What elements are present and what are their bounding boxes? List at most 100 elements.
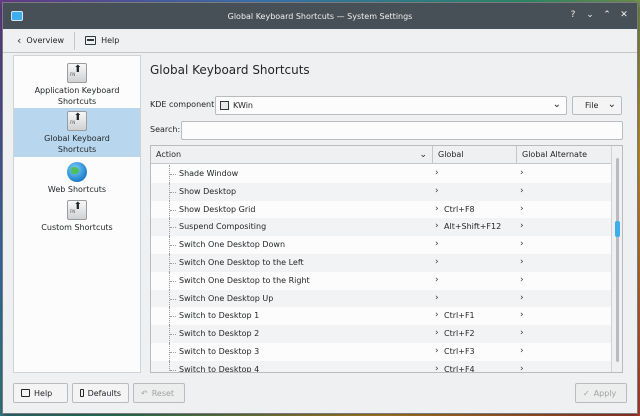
window-title: Global Keyboard Shortcuts — System Setti… — [227, 11, 413, 21]
file-label: File — [585, 101, 599, 110]
apply-button[interactable]: ✓ Apply — [575, 383, 627, 403]
table-row[interactable]: Suspend Compositing › Alt+Shift+F12 › — [151, 218, 612, 237]
tree-branch — [170, 191, 176, 193]
expand-chevron-icon[interactable]: › — [435, 165, 439, 183]
title-bar: Global Keyboard Shortcuts — System Setti… — [3, 3, 637, 29]
help-window-button[interactable]: ? — [566, 8, 580, 22]
action-cell: Switch to Desktop 2 — [179, 329, 260, 339]
global-shortcut-cell[interactable]: Ctrl+F1 — [444, 307, 475, 325]
tree-line — [169, 360, 170, 372]
keyboard-icon — [85, 36, 97, 45]
check-icon: ✓ — [583, 388, 590, 398]
help-toolbar-label: Help — [101, 36, 120, 45]
expand-chevron-icon[interactable]: › — [435, 290, 439, 308]
toolbar-divider — [74, 31, 76, 50]
close-button[interactable]: ✕ — [617, 8, 631, 22]
sidebar: FN ⬆ Application Keyboard Shortcuts FN ⬆ G… — [13, 55, 141, 373]
table-row[interactable]: Switch to Desktop 4 › Ctrl+F4 › — [151, 360, 612, 373]
action-cell: Show Desktop Grid — [179, 204, 256, 214]
search-label: Search: — [150, 125, 181, 134]
global-shortcut-cell[interactable]: Alt+Shift+F12 — [444, 218, 501, 236]
search-input[interactable] — [181, 121, 623, 140]
expand-chevron-icon[interactable]: › — [435, 272, 439, 290]
chevron-down-icon: ⌄ — [607, 99, 616, 110]
expand-chevron-icon[interactable]: › — [520, 361, 524, 372]
expand-chevron-icon[interactable]: › — [435, 343, 439, 361]
expand-chevron-icon[interactable]: › — [435, 361, 439, 372]
chevron-down-icon: ⌄ — [552, 99, 561, 110]
maximize-button[interactable]: ⌃ — [600, 8, 614, 22]
column-header-action[interactable]: Action ⌄ — [151, 146, 433, 164]
expand-chevron-icon[interactable]: › — [435, 254, 439, 272]
column-header-global-alternate[interactable]: Global Alternate — [517, 146, 612, 164]
vertical-scrollbar[interactable] — [611, 146, 622, 372]
expand-chevron-icon[interactable]: › — [435, 218, 439, 236]
global-shortcut-cell[interactable]: Ctrl+F4 — [444, 361, 475, 372]
reset-button[interactable]: ↶ Reset — [133, 383, 185, 403]
table-row[interactable]: Switch to Desktop 2 › Ctrl+F2 › — [151, 325, 612, 343]
expand-chevron-icon[interactable]: › — [435, 183, 439, 201]
keyboard-key-icon: FN ⬆ — [67, 200, 87, 220]
expand-chevron-icon[interactable]: › — [520, 325, 524, 343]
expand-chevron-icon[interactable]: › — [435, 236, 439, 254]
sort-chevron-icon: ⌄ — [419, 150, 427, 160]
tree-branch — [170, 227, 176, 229]
settings-window: Global Keyboard Shortcuts — System Setti… — [2, 2, 638, 414]
overview-button[interactable]: ‹ Overview — [11, 31, 70, 51]
scroll-thumb[interactable] — [615, 221, 620, 237]
kde-component-select[interactable]: KWin ⌄ — [215, 96, 567, 115]
table-row[interactable]: Switch to Desktop 3 › Ctrl+F3 › — [151, 342, 612, 361]
global-shortcut-cell[interactable]: Ctrl+F3 — [444, 343, 475, 361]
sidebar-item-application-shortcuts[interactable]: FN ⬆ Application Keyboard Shortcuts — [14, 60, 140, 110]
expand-chevron-icon[interactable]: › — [520, 307, 524, 325]
column-header-global[interactable]: Global — [433, 146, 517, 164]
expand-chevron-icon[interactable]: › — [520, 165, 524, 183]
table-row[interactable]: Shade Window › › — [151, 165, 612, 183]
table-row[interactable]: Switch One Desktop to the Right › › — [151, 271, 612, 290]
file-button[interactable]: File ⌄ — [572, 96, 622, 115]
expand-chevron-icon[interactable]: › — [520, 254, 524, 272]
table-row[interactable]: Switch to Desktop 1 › Ctrl+F1 › — [151, 307, 612, 326]
table-row[interactable]: Show Desktop › › — [151, 182, 612, 201]
expand-chevron-icon[interactable]: › — [435, 201, 439, 219]
global-shortcut-cell[interactable]: Ctrl+F8 — [444, 201, 475, 219]
expand-chevron-icon[interactable]: › — [435, 325, 439, 343]
action-cell: Suspend Compositing — [179, 222, 267, 232]
tree-branch — [170, 280, 176, 282]
minimize-button[interactable]: ⌄ — [583, 8, 597, 22]
table-row[interactable]: Switch One Desktop Down › › — [151, 236, 612, 254]
sidebar-item-web-shortcuts[interactable]: Web Shortcuts — [14, 160, 140, 196]
expand-chevron-icon[interactable]: › — [520, 272, 524, 290]
tree-branch — [170, 316, 176, 318]
expand-chevron-icon[interactable]: › — [520, 236, 524, 254]
tree-branch — [170, 174, 176, 175]
action-cell: Shade Window — [179, 169, 239, 178]
defaults-button[interactable]: Defaults — [72, 383, 129, 403]
expand-chevron-icon[interactable]: › — [520, 343, 524, 361]
tree-branch — [170, 351, 176, 353]
action-cell: Show Desktop — [179, 186, 237, 196]
sidebar-item-label: Shortcuts — [57, 145, 97, 154]
expand-chevron-icon[interactable]: › — [520, 218, 524, 236]
expand-chevron-icon[interactable]: › — [520, 183, 524, 201]
action-cell: Switch to Desktop 4 — [179, 364, 260, 373]
sidebar-item-label: Shortcuts — [57, 97, 97, 106]
sidebar-item-label: Global Keyboard — [44, 134, 110, 143]
window-controls: ? ⌄ ⌃ ✕ — [566, 8, 631, 22]
table-row[interactable]: Show Desktop Grid › Ctrl+F8 › — [151, 200, 612, 219]
document-icon — [80, 389, 84, 397]
help-button[interactable]: Help — [13, 383, 68, 403]
overview-label: Overview — [26, 36, 65, 45]
expand-chevron-icon[interactable]: › — [520, 201, 524, 219]
expand-chevron-icon[interactable]: › — [520, 290, 524, 308]
global-shortcut-cell[interactable]: Ctrl+F2 — [444, 325, 475, 343]
sidebar-item-custom-shortcuts[interactable]: FN ⬆ Custom Shortcuts — [14, 198, 140, 234]
expand-chevron-icon[interactable]: › — [435, 307, 439, 325]
action-cell: Switch One Desktop Down — [179, 240, 286, 250]
app-icon — [11, 11, 23, 21]
table-row[interactable]: Switch One Desktop to the Left › › — [151, 253, 612, 272]
help-toolbar-button[interactable]: Help — [79, 31, 125, 51]
sidebar-item-global-shortcuts[interactable]: FN ⬆ Global Keyboard Shortcuts — [14, 108, 140, 157]
table-row[interactable]: Switch One Desktop Up › › — [151, 289, 612, 308]
tree-branch — [170, 369, 176, 371]
